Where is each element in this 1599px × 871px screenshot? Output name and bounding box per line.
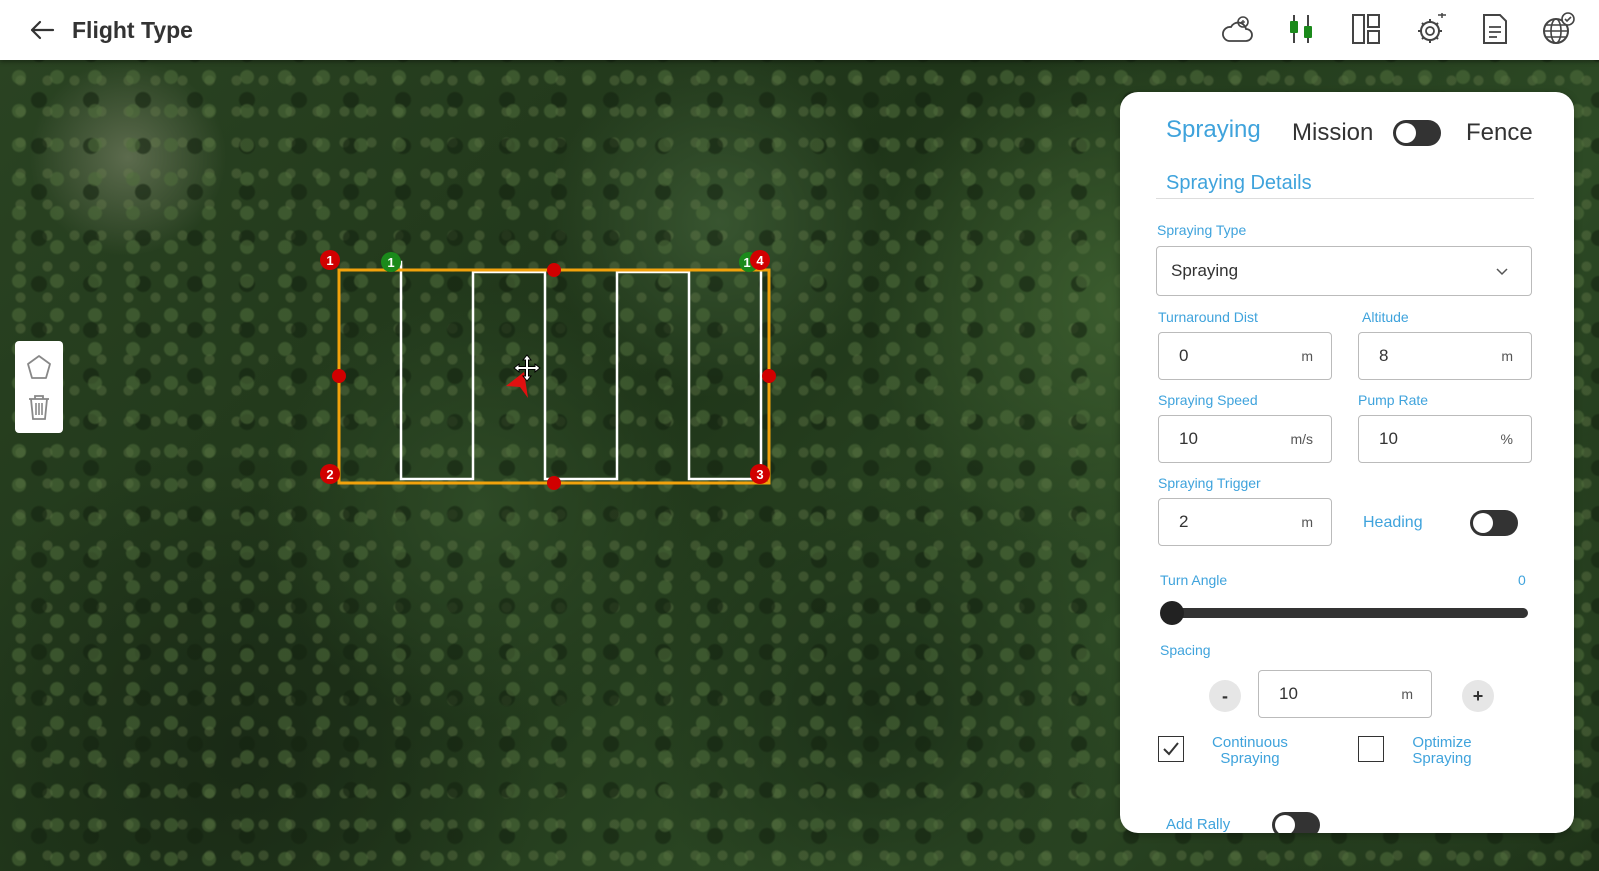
back-button[interactable]: [22, 10, 62, 50]
polygon-vertex-3[interactable]: [750, 464, 770, 484]
spraying-speed-value: 10: [1179, 429, 1198, 448]
toggle-knob: [1275, 815, 1295, 833]
app-header: Flight Type: [0, 0, 1599, 60]
optimize-spraying-checkbox[interactable]: [1358, 736, 1384, 762]
spacing-value: 10: [1279, 684, 1298, 703]
trash-icon[interactable]: [25, 392, 53, 422]
spacing-input[interactable]: 10 m: [1258, 670, 1432, 718]
sensor-connection-icon: [1290, 15, 1312, 43]
edge-midpoint-right[interactable]: [762, 369, 776, 383]
weather-button[interactable]: [1219, 10, 1257, 48]
weather-icon: [1222, 16, 1253, 42]
turnaround-dist-label: Turnaround Dist: [1158, 309, 1258, 325]
globe-button[interactable]: [1539, 10, 1577, 48]
turn-angle-value: 0: [1518, 572, 1526, 588]
turnaround-dist-unit: m: [1301, 348, 1313, 364]
section-divider: [1156, 198, 1534, 199]
spraying-settings-panel: Spraying Mission Fence Spraying Details …: [1120, 92, 1574, 833]
altitude-label: Altitude: [1362, 309, 1409, 325]
heading-toggle[interactable]: [1470, 510, 1518, 536]
chevron-down-icon: [1496, 268, 1508, 276]
continuous-spraying-checkbox[interactable]: [1158, 736, 1184, 762]
turn-angle-slider-track[interactable]: [1166, 608, 1528, 618]
spacing-unit: m: [1401, 686, 1413, 702]
toggle-knob: [1473, 513, 1493, 533]
spraying-speed-label: Spraying Speed: [1158, 392, 1258, 408]
add-rally-toggle[interactable]: [1272, 812, 1320, 833]
drone-settings-button[interactable]: [1411, 10, 1449, 48]
polygon-vertex-2[interactable]: [320, 464, 340, 484]
page-title: Flight Type: [72, 16, 193, 43]
turn-angle-slider-handle[interactable]: [1160, 601, 1184, 625]
section-title: Spraying Details: [1166, 172, 1312, 194]
spraying-type-value: Spraying: [1171, 261, 1239, 280]
spraying-type-label: Spraying Type: [1157, 222, 1247, 238]
mode-tab-fence[interactable]: Fence: [1466, 119, 1533, 147]
polygon-vertex-1[interactable]: [320, 250, 340, 270]
document-icon: [1483, 14, 1507, 44]
sensor-connection-button[interactable]: [1283, 10, 1321, 48]
document-button[interactable]: [1475, 10, 1513, 48]
altitude-value: 8: [1379, 346, 1389, 365]
pump-rate-value: 10: [1379, 429, 1398, 448]
turnaround-dist-value: 0: [1179, 346, 1189, 365]
spacing-label: Spacing: [1160, 642, 1211, 658]
polygon-draw-icon[interactable]: [25, 353, 53, 381]
waypoint-start-marker[interactable]: [381, 252, 401, 272]
drone-settings-icon: [1418, 13, 1446, 43]
edge-midpoint-bottom[interactable]: [547, 476, 561, 490]
heading-label: Heading: [1363, 514, 1423, 531]
altitude-unit: m: [1501, 348, 1513, 364]
polygon-vertex-4[interactable]: [750, 250, 770, 270]
toggle-knob: [1396, 123, 1416, 143]
layout-button[interactable]: [1347, 10, 1385, 48]
spraying-trigger-unit: m: [1301, 514, 1313, 530]
mission-fence-toggle[interactable]: [1393, 120, 1441, 146]
pump-rate-label: Pump Rate: [1358, 392, 1429, 408]
checkmark-icon: [1163, 742, 1179, 756]
globe-check-icon: [1543, 12, 1575, 44]
spraying-trigger-input[interactable]: 2 m: [1158, 498, 1332, 546]
header-toolbar: [1219, 10, 1577, 48]
arrow-left-icon: [30, 20, 55, 40]
edge-midpoint-top[interactable]: [547, 263, 561, 277]
draw-tools-panel: [15, 341, 63, 433]
edge-midpoint-left[interactable]: [332, 369, 346, 383]
mode-tab-spraying[interactable]: Spraying: [1166, 116, 1261, 144]
pump-rate-input[interactable]: 10 %: [1358, 415, 1532, 463]
turnaround-dist-input[interactable]: 0 m: [1158, 332, 1332, 380]
mode-selector: Spraying Mission Fence: [1166, 116, 1536, 156]
pump-rate-unit: %: [1500, 431, 1513, 447]
altitude-input[interactable]: 8 m: [1358, 332, 1532, 380]
spraying-trigger-label: Spraying Trigger: [1158, 475, 1261, 491]
mode-tab-mission[interactable]: Mission: [1292, 119, 1373, 147]
spraying-trigger-value: 2: [1179, 512, 1189, 531]
optimize-spraying-label[interactable]: Optimize Spraying: [1392, 735, 1492, 767]
add-rally-label: Add Rally: [1166, 816, 1231, 833]
layout-icon: [1352, 14, 1380, 44]
spraying-type-select[interactable]: Spraying: [1156, 246, 1532, 296]
spacing-decrement-button[interactable]: -: [1209, 680, 1241, 712]
spraying-speed-unit: m/s: [1290, 431, 1313, 447]
continuous-spraying-label[interactable]: Continuous Spraying: [1200, 735, 1300, 767]
spraying-speed-input[interactable]: 10 m/s: [1158, 415, 1332, 463]
spacing-increment-button[interactable]: +: [1462, 680, 1494, 712]
turn-angle-label: Turn Angle: [1160, 572, 1228, 588]
